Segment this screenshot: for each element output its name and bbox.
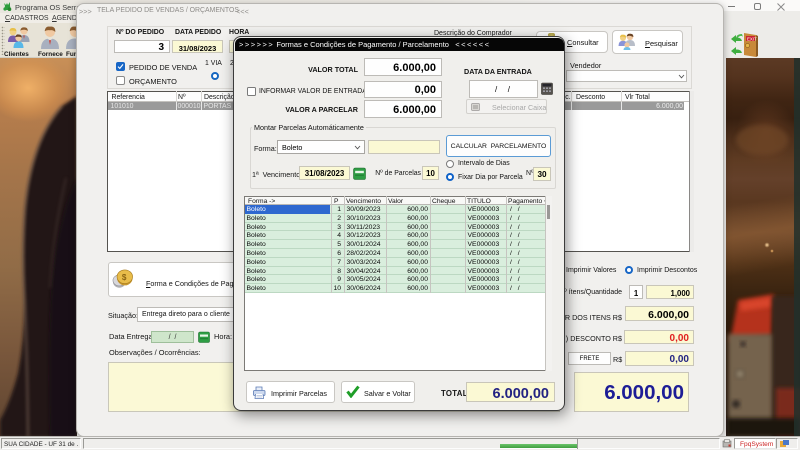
svg-text:EXIT: EXIT (747, 36, 757, 41)
